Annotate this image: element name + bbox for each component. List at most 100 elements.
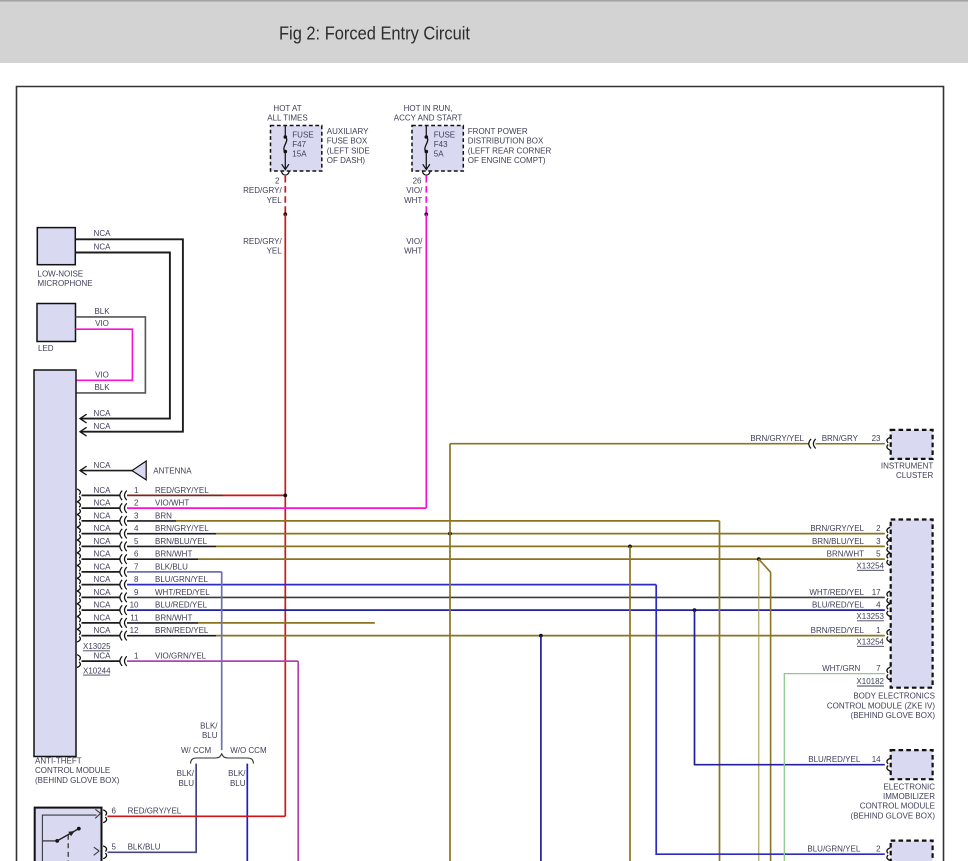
- svg-text:BLK: BLK: [94, 307, 110, 316]
- svg-text:BODY ELECTRONICS: BODY ELECTRONICS: [853, 692, 935, 701]
- svg-text:WHT/RED/YEL: WHT/RED/YEL: [155, 588, 210, 597]
- svg-text:26: 26: [413, 177, 422, 186]
- svg-text:OF ENGINE COMPT): OF ENGINE COMPT): [468, 156, 546, 165]
- svg-text:NCA: NCA: [94, 511, 112, 520]
- svg-text:15A: 15A: [292, 150, 307, 159]
- svg-text:X13254: X13254: [856, 638, 884, 647]
- svg-text:Fig 2: Forced Entry Circuit: Fig 2: Forced Entry Circuit: [279, 24, 470, 44]
- svg-text:BRN/BLU/YEL: BRN/BLU/YEL: [812, 537, 865, 546]
- svg-text:17: 17: [872, 588, 881, 597]
- svg-text:BLU/RED/YEL: BLU/RED/YEL: [808, 755, 861, 764]
- svg-text:NCA: NCA: [94, 499, 112, 508]
- svg-text:YEL: YEL: [267, 247, 283, 256]
- svg-text:X10182: X10182: [856, 677, 884, 686]
- svg-text:OF DASH): OF DASH): [327, 156, 366, 165]
- svg-text:2: 2: [876, 844, 881, 853]
- svg-text:NCA: NCA: [94, 486, 112, 495]
- svg-text:BRN/WHT: BRN/WHT: [155, 613, 192, 622]
- svg-text:BLK/BLU: BLK/BLU: [155, 562, 188, 571]
- svg-text:CONTROL MODULE: CONTROL MODULE: [860, 802, 935, 811]
- svg-text:BLK/: BLK/: [200, 721, 218, 730]
- svg-text:W/O CCM: W/O CCM: [230, 746, 267, 755]
- svg-text:LED: LED: [38, 344, 54, 353]
- svg-text:5: 5: [876, 550, 881, 559]
- svg-text:2: 2: [134, 499, 139, 508]
- svg-text:RED/GRY/YEL: RED/GRY/YEL: [155, 486, 209, 495]
- svg-text:1: 1: [134, 486, 139, 495]
- svg-text:BLU: BLU: [202, 731, 218, 740]
- svg-text:VIO/: VIO/: [406, 237, 423, 246]
- svg-text:4: 4: [134, 524, 139, 533]
- svg-text:BRN: BRN: [155, 511, 172, 520]
- svg-text:5: 5: [134, 537, 139, 546]
- svg-text:BLK: BLK: [94, 383, 110, 392]
- svg-text:BRN/BLU/YEL: BRN/BLU/YEL: [155, 537, 208, 546]
- svg-text:NCA: NCA: [94, 229, 112, 238]
- svg-text:7: 7: [876, 664, 881, 673]
- svg-text:W/ CCM: W/ CCM: [181, 746, 212, 755]
- svg-text:BRN/GRY/YEL: BRN/GRY/YEL: [155, 524, 209, 533]
- svg-text:9: 9: [134, 588, 139, 597]
- svg-text:23: 23: [872, 434, 881, 443]
- svg-text:INSTRUMENT: INSTRUMENT: [881, 461, 934, 470]
- svg-text:ANTENNA: ANTENNA: [153, 466, 192, 475]
- svg-text:NCA: NCA: [94, 409, 112, 418]
- svg-text:3: 3: [876, 537, 881, 546]
- svg-text:ACCY AND START: ACCY AND START: [394, 114, 463, 123]
- svg-text:HOT AT: HOT AT: [273, 104, 301, 113]
- svg-text:AUXILIARY: AUXILIARY: [327, 127, 369, 136]
- svg-text:NCA: NCA: [94, 537, 112, 546]
- svg-text:BLU/RED/YEL: BLU/RED/YEL: [812, 601, 865, 610]
- svg-text:NCA: NCA: [94, 601, 112, 610]
- svg-text:NCA: NCA: [94, 550, 112, 559]
- svg-text:ELECTRONIC: ELECTRONIC: [883, 782, 935, 791]
- svg-text:14: 14: [872, 755, 881, 764]
- svg-text:4: 4: [876, 601, 881, 610]
- svg-text:F43: F43: [434, 140, 448, 149]
- svg-text:BRN/GRY/YEL: BRN/GRY/YEL: [810, 524, 864, 533]
- svg-text:2: 2: [275, 177, 280, 186]
- svg-text:NCA: NCA: [94, 422, 112, 431]
- svg-text:CONTROL MODULE: CONTROL MODULE: [35, 766, 110, 775]
- svg-text:6: 6: [112, 807, 117, 816]
- svg-text:6: 6: [134, 550, 139, 559]
- svg-text:5: 5: [112, 843, 117, 852]
- svg-text:FUSE: FUSE: [434, 131, 455, 140]
- svg-text:NCA: NCA: [94, 562, 112, 571]
- svg-text:BRN/RED/YEL: BRN/RED/YEL: [155, 626, 209, 635]
- svg-text:1: 1: [876, 626, 881, 635]
- svg-text:5A: 5A: [434, 150, 444, 159]
- svg-text:FUSE: FUSE: [292, 131, 313, 140]
- svg-text:(BEHIND GLOVE BOX): (BEHIND GLOVE BOX): [851, 811, 936, 820]
- svg-text:3: 3: [134, 511, 139, 520]
- svg-text:BRN/RED/YEL: BRN/RED/YEL: [811, 626, 865, 635]
- svg-text:MICROPHONE: MICROPHONE: [38, 279, 93, 288]
- svg-text:VIO/GRN/YEL: VIO/GRN/YEL: [155, 652, 207, 661]
- svg-text:VIO/WHT: VIO/WHT: [155, 499, 189, 508]
- svg-text:WHT: WHT: [404, 196, 422, 205]
- svg-text:11: 11: [130, 613, 139, 622]
- svg-text:BLK/: BLK/: [228, 769, 246, 778]
- svg-text:NCA: NCA: [94, 613, 112, 622]
- svg-text:X13253: X13253: [856, 612, 884, 621]
- svg-text:8: 8: [134, 575, 139, 584]
- svg-text:LOW-NOISE: LOW-NOISE: [38, 270, 84, 279]
- svg-text:RED/GRY/: RED/GRY/: [243, 186, 282, 195]
- svg-text:BLU: BLU: [230, 779, 246, 788]
- svg-text:(LEFT SIDE: (LEFT SIDE: [327, 146, 370, 155]
- svg-text:VIO: VIO: [95, 319, 109, 328]
- svg-text:X10244: X10244: [83, 666, 111, 675]
- svg-text:NCA: NCA: [94, 626, 112, 635]
- svg-text:FRONT POWER: FRONT POWER: [468, 127, 528, 136]
- svg-text:(LEFT REAR CORNER: (LEFT REAR CORNER: [468, 146, 552, 155]
- svg-text:BRN/GRY/YEL: BRN/GRY/YEL: [750, 434, 804, 443]
- svg-text:HOT IN RUN,: HOT IN RUN,: [404, 104, 453, 113]
- svg-text:VIO: VIO: [95, 370, 109, 379]
- svg-text:BLK/BLU: BLK/BLU: [128, 843, 161, 852]
- svg-text:NCA: NCA: [94, 524, 112, 533]
- svg-text:NCA: NCA: [94, 461, 112, 470]
- svg-text:ANTI-THEFT: ANTI-THEFT: [35, 757, 82, 766]
- svg-text:NCA: NCA: [94, 588, 112, 597]
- svg-text:BRN/WHT: BRN/WHT: [155, 550, 192, 559]
- svg-text:X13254: X13254: [856, 562, 884, 571]
